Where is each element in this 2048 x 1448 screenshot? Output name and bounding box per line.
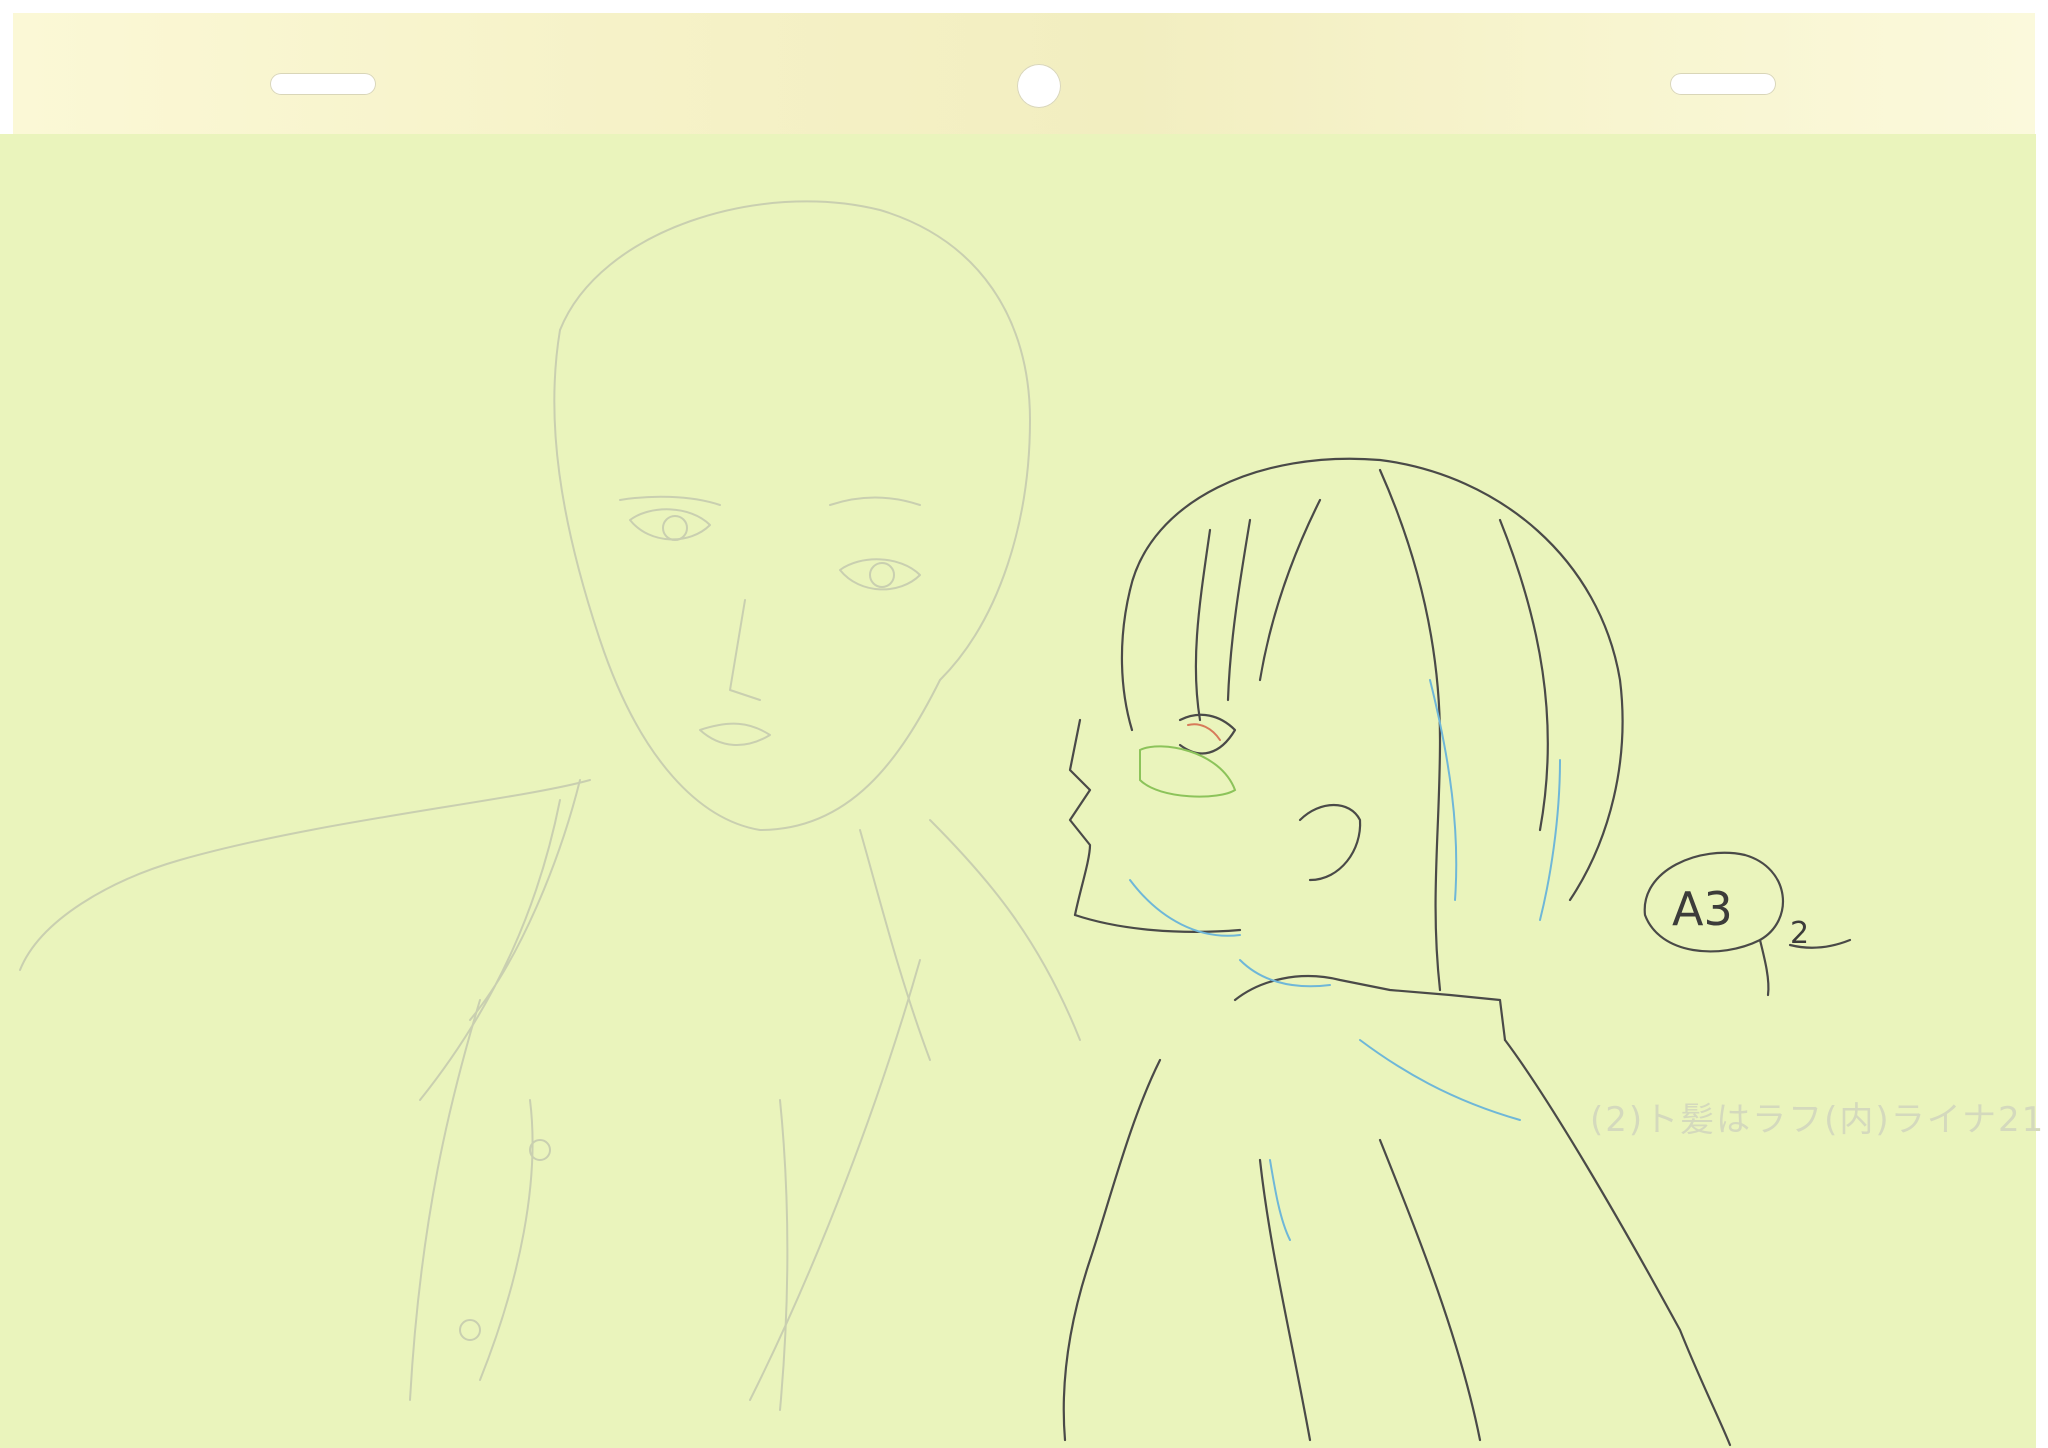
hoodie-collar [1233, 974, 1507, 1042]
bg-button-2 [459, 1319, 481, 1341]
bg-head-right [939, 419, 1031, 681]
hair-side-strand [1378, 468, 1442, 992]
bg-left-shoulder [19, 779, 591, 971]
hair-back-strand [1498, 518, 1549, 832]
blue-shadow-hoodie [1269, 1039, 1521, 1241]
animation-sheet: A3 2 (2)ト髪はラフ(内)ライナ21 [0, 0, 2048, 1448]
hair-bangs [1194, 498, 1322, 722]
bg-brows [619, 495, 921, 506]
hair-outline-top [1128, 457, 1624, 902]
sketch-illustration [19, 200, 1852, 1447]
foreground-character [1062, 457, 1732, 1447]
bg-left-pupil [662, 515, 688, 541]
bg-collar-left [419, 779, 581, 1101]
face-profile [1068, 718, 1092, 917]
eye-outline [1178, 713, 1237, 755]
hoodie-fold-2 [1378, 1138, 1482, 1442]
cut-mark-tail [1758, 938, 1770, 997]
pencil-note: (2)ト髪はラフ(内)ライナ21 [1590, 1100, 2046, 1140]
cut-mark-label: A3 [1672, 882, 1733, 936]
bg-shirt-seam [479, 1099, 534, 1381]
bg-nose [729, 599, 761, 701]
bg-mouth [699, 722, 771, 746]
hair-outline-front [1120, 588, 1134, 732]
jaw-line [1073, 913, 1242, 933]
bg-left-eye [629, 508, 711, 541]
cut-mark-suffix: 2 [1790, 916, 1810, 951]
bg-placket [779, 1099, 789, 1411]
hoodie-back [1062, 1058, 1162, 1442]
eye-iris [1187, 723, 1221, 741]
bg-head-top [559, 200, 1031, 421]
bg-head-left [553, 329, 601, 641]
bg-lapel [749, 959, 921, 1401]
blush-shading [1139, 745, 1237, 798]
bg-right-pupil [869, 562, 895, 588]
ear [1298, 804, 1362, 882]
hoodie-fold-1 [1258, 1158, 1312, 1442]
blue-shadow-neck [1129, 879, 1331, 988]
bg-collar-right [859, 819, 1081, 1061]
background-figure [19, 200, 1081, 1411]
blue-shadow-hair [1429, 679, 1561, 921]
